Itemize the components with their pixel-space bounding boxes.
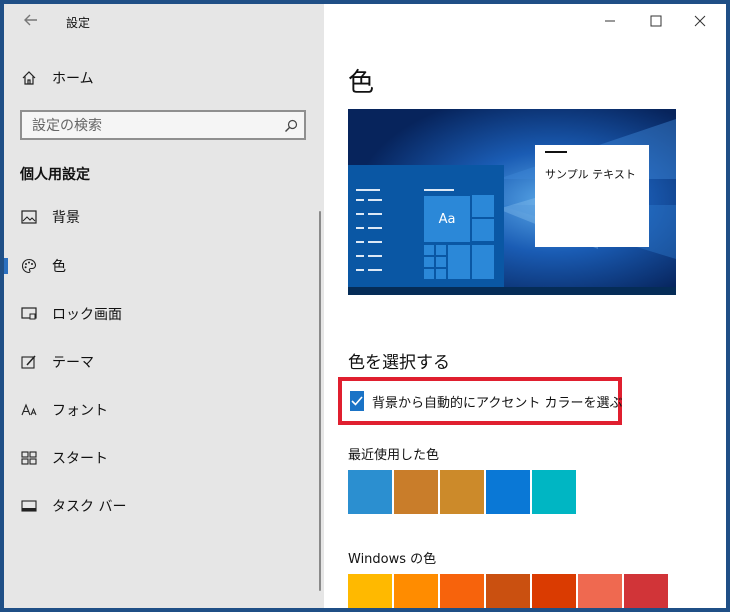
taskbar-icon [20, 497, 38, 515]
sample-window: サンプル テキスト [535, 145, 649, 247]
windows-colors-label: Windows の色 [348, 552, 437, 567]
start-icon [20, 449, 38, 467]
home-icon [20, 69, 38, 87]
section-title: 個人用設定 [20, 167, 90, 183]
maximize-icon [650, 15, 662, 27]
sidebar-item-label: フォント [52, 403, 108, 419]
color-preview: サンプル テキスト Aa [348, 109, 676, 295]
windows-color-swatch[interactable] [578, 574, 622, 608]
close-button[interactable] [686, 10, 714, 32]
sidebar-item-themes[interactable]: テーマ [4, 342, 324, 382]
minimize-icon [605, 20, 615, 22]
sample-text: サンプル テキスト [545, 168, 636, 181]
windows-color-swatch[interactable] [486, 574, 530, 608]
minimize-button[interactable] [596, 10, 624, 32]
windows-color-swatch[interactable] [394, 574, 438, 608]
windows-color-swatch[interactable] [532, 574, 576, 608]
search-icon[interactable] [284, 118, 298, 132]
taskbar-preview [348, 287, 676, 295]
sidebar-item-label: ロック画面 [52, 307, 122, 323]
auto-accent-checkbox[interactable] [350, 391, 364, 411]
sidebar-item-label: 色 [52, 259, 66, 275]
sidebar: 設定 ホーム 個人用設定 背景 色 [4, 4, 324, 608]
sidebar-item-taskbar[interactable]: タスク バー [4, 486, 324, 526]
sidebar-item-fonts[interactable]: フォント [4, 390, 324, 430]
windows-color-swatch[interactable] [624, 574, 668, 608]
close-icon [694, 15, 706, 27]
back-arrow-icon [24, 14, 37, 26]
sidebar-item-colors[interactable]: 色 [4, 246, 324, 286]
palette-icon [20, 257, 38, 275]
recent-color-swatch[interactable] [532, 470, 576, 514]
page-title: 色 [348, 68, 375, 98]
windows-color-swatch[interactable] [440, 574, 484, 608]
sidebar-item-label: タスク バー [52, 499, 127, 515]
sidebar-item-label: スタート [52, 451, 108, 467]
recent-color-swatch[interactable] [440, 470, 484, 514]
choose-color-heading: 色を選択する [348, 353, 450, 373]
sidebar-item-label: テーマ [52, 355, 94, 371]
sidebar-item-start[interactable]: スタート [4, 438, 324, 478]
sidebar-scrollbar[interactable] [319, 211, 321, 591]
search-input[interactable] [30, 112, 274, 140]
sidebar-item-label: 背景 [52, 210, 80, 226]
theme-icon [20, 353, 38, 371]
sidebar-item-lock-screen[interactable]: ロック画面 [4, 294, 324, 334]
image-icon [20, 208, 38, 226]
sidebar-item-home[interactable]: ホーム [4, 58, 324, 98]
back-button[interactable] [20, 12, 42, 34]
settings-window: 設定 ホーム 個人用設定 背景 色 [4, 4, 726, 608]
start-menu-preview: Aa [348, 165, 504, 287]
preview-tile: Aa [424, 196, 470, 242]
search-box[interactable] [20, 110, 306, 140]
auto-accent-label: 背景から自動的にアクセント カラーを選ぶ [372, 395, 623, 411]
sidebar-item-label: ホーム [52, 71, 94, 87]
sidebar-item-background[interactable]: 背景 [4, 197, 324, 237]
font-icon [20, 401, 38, 419]
lock-screen-icon [20, 305, 38, 323]
windows-color-swatch[interactable] [348, 574, 392, 608]
checkmark-icon [351, 396, 363, 406]
app-title: 設定 [66, 16, 91, 30]
recent-color-swatch[interactable] [348, 470, 392, 514]
auto-accent-option[interactable]: 背景から自動的にアクセント カラーを選ぶ [338, 377, 622, 425]
maximize-button[interactable] [642, 10, 670, 32]
recent-color-swatch[interactable] [486, 470, 530, 514]
main-content: 色 サンプル テキスト Aa 色を選択する 背景から自動的にアクセント カラーを… [324, 4, 726, 608]
recent-colors-row [348, 470, 576, 514]
windows-colors-row [348, 574, 668, 608]
recent-color-swatch[interactable] [394, 470, 438, 514]
recent-colors-label: 最近使用した色 [348, 448, 440, 463]
